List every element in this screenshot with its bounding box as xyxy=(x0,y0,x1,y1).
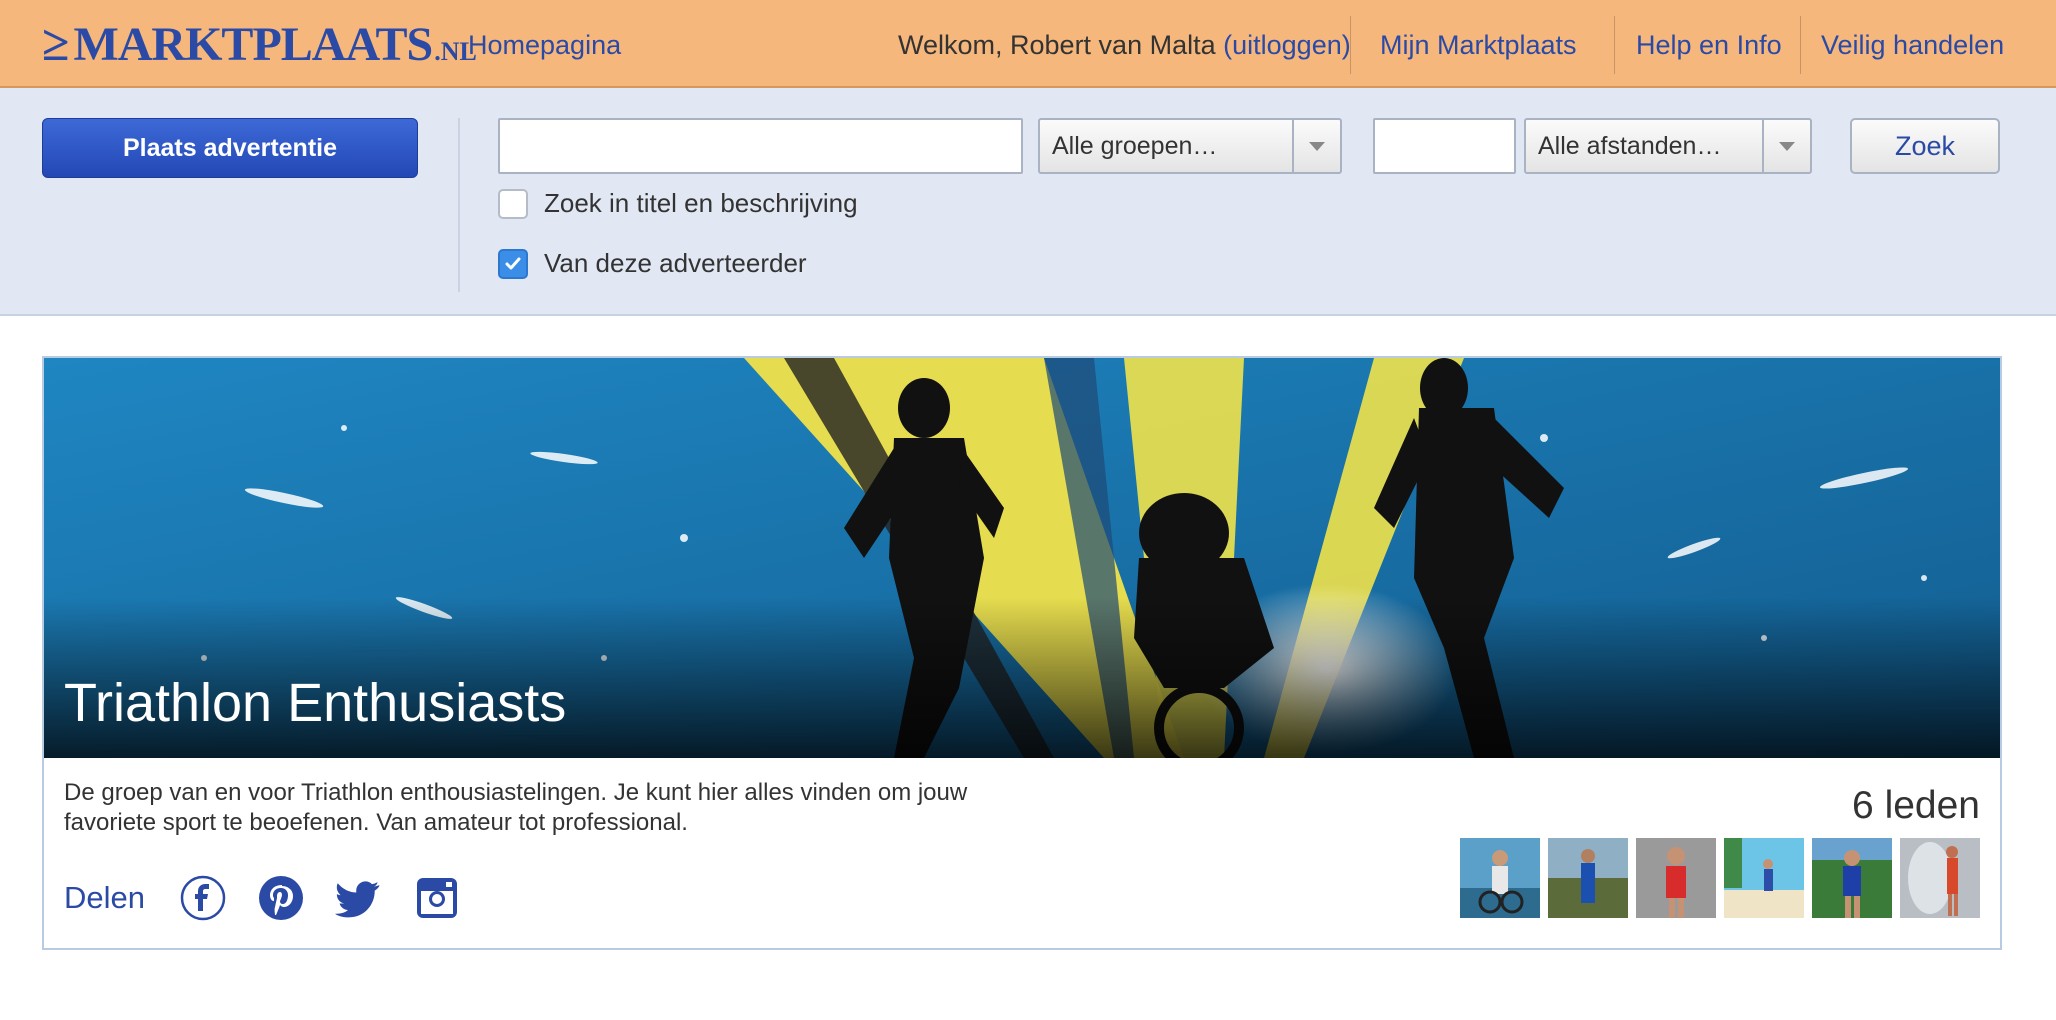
member-avatar[interactable] xyxy=(1812,838,1892,918)
postcode-input[interactable] xyxy=(1373,118,1516,174)
pinterest-icon[interactable] xyxy=(257,874,305,922)
members-count: 6 leden xyxy=(1852,784,1980,827)
member-avatar[interactable] xyxy=(1724,838,1804,918)
header-divider xyxy=(1800,16,1801,74)
distance-select-value: Alle afstanden… xyxy=(1538,131,1722,160)
header-divider xyxy=(1614,16,1615,74)
facebook-icon[interactable] xyxy=(179,874,227,922)
group-card: Triathlon Enthusiasts De groep van en vo… xyxy=(42,356,2002,950)
title-description-checkbox[interactable] xyxy=(498,188,528,219)
place-ad-button[interactable]: Plaats advertentie xyxy=(42,118,418,178)
group-title: Triathlon Enthusiasts xyxy=(64,673,567,733)
header-divider xyxy=(1350,16,1351,74)
title-description-label: Zoek in titel en beschrijving xyxy=(544,188,858,218)
top-header: ≥ MARKTPLAATS .NL Homepagina Welkom, Rob… xyxy=(0,0,2056,88)
this-advertiser-option[interactable]: Van deze adverteerder xyxy=(498,248,807,279)
member-avatars xyxy=(1452,838,1980,918)
share-label: Delen xyxy=(64,880,145,915)
logo-mark: ≥ xyxy=(42,15,70,71)
twitter-icon[interactable] xyxy=(335,874,383,922)
safe-trading-link[interactable]: Veilig handelen xyxy=(1821,30,2004,61)
member-avatar[interactable] xyxy=(1636,838,1716,918)
search-bar: Plaats advertentie Alle groepen… Alle af… xyxy=(0,88,2056,316)
search-input[interactable] xyxy=(498,118,1023,174)
distance-select[interactable]: Alle afstanden… xyxy=(1524,118,1812,174)
member-avatar[interactable] xyxy=(1900,838,1980,918)
member-avatar[interactable] xyxy=(1548,838,1628,918)
help-info-link[interactable]: Help en Info xyxy=(1636,30,1782,61)
advertiser-label: Van deze adverteerder xyxy=(544,248,807,278)
chevron-down-icon xyxy=(1762,120,1810,172)
homepage-link[interactable]: Homepagina xyxy=(468,30,621,61)
checkmark-icon xyxy=(505,257,521,269)
logo-wordmark: MARKTPLAATS xyxy=(73,18,433,71)
welcome-message: Welkom, Robert van Malta (uitloggen) xyxy=(898,30,1351,61)
marktplaats-logo[interactable]: ≥ MARKTPLAATS .NL xyxy=(42,14,477,71)
share-row: Delen xyxy=(64,874,491,922)
welcome-text: Welkom, Robert van Malta xyxy=(898,30,1216,60)
group-description: De groep van en voor Triathlon enthousia… xyxy=(64,779,968,836)
group-banner: Triathlon Enthusiasts xyxy=(44,358,2000,758)
my-marktplaats-link[interactable]: Mijn Marktplaats xyxy=(1380,30,1577,61)
group-select[interactable]: Alle groepen… xyxy=(1038,118,1342,174)
search-button[interactable]: Zoek xyxy=(1850,118,2000,174)
advertiser-checkbox[interactable] xyxy=(498,248,528,279)
group-select-value: Alle groepen… xyxy=(1052,131,1218,160)
chevron-down-icon xyxy=(1292,120,1340,172)
logout-link[interactable]: (uitloggen) xyxy=(1223,30,1351,60)
instagram-icon[interactable] xyxy=(413,874,461,922)
member-avatar[interactable] xyxy=(1460,838,1540,918)
search-divider xyxy=(458,118,460,292)
search-title-description-option[interactable]: Zoek in titel en beschrijving xyxy=(498,188,858,219)
